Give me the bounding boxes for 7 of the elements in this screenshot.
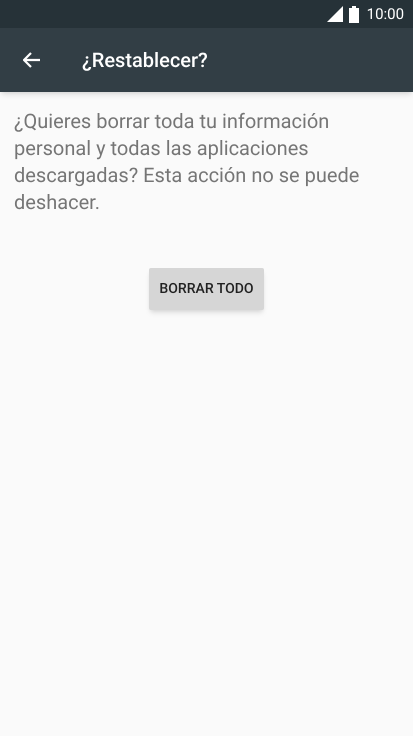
status-time: 10:00 — [366, 4, 404, 25]
battery-icon — [348, 6, 359, 22]
erase-all-button[interactable]: BORRAR TODO — [149, 268, 264, 310]
signal-icon — [326, 6, 343, 22]
toolbar-title: ¿Restablecer? — [82, 47, 208, 74]
back-arrow-icon — [23, 52, 41, 68]
reset-message: ¿Quieres borrar toda tu información personal y todas las aplicaciones descargadas? Esta acción no se puede deshacer. — [13, 108, 360, 216]
